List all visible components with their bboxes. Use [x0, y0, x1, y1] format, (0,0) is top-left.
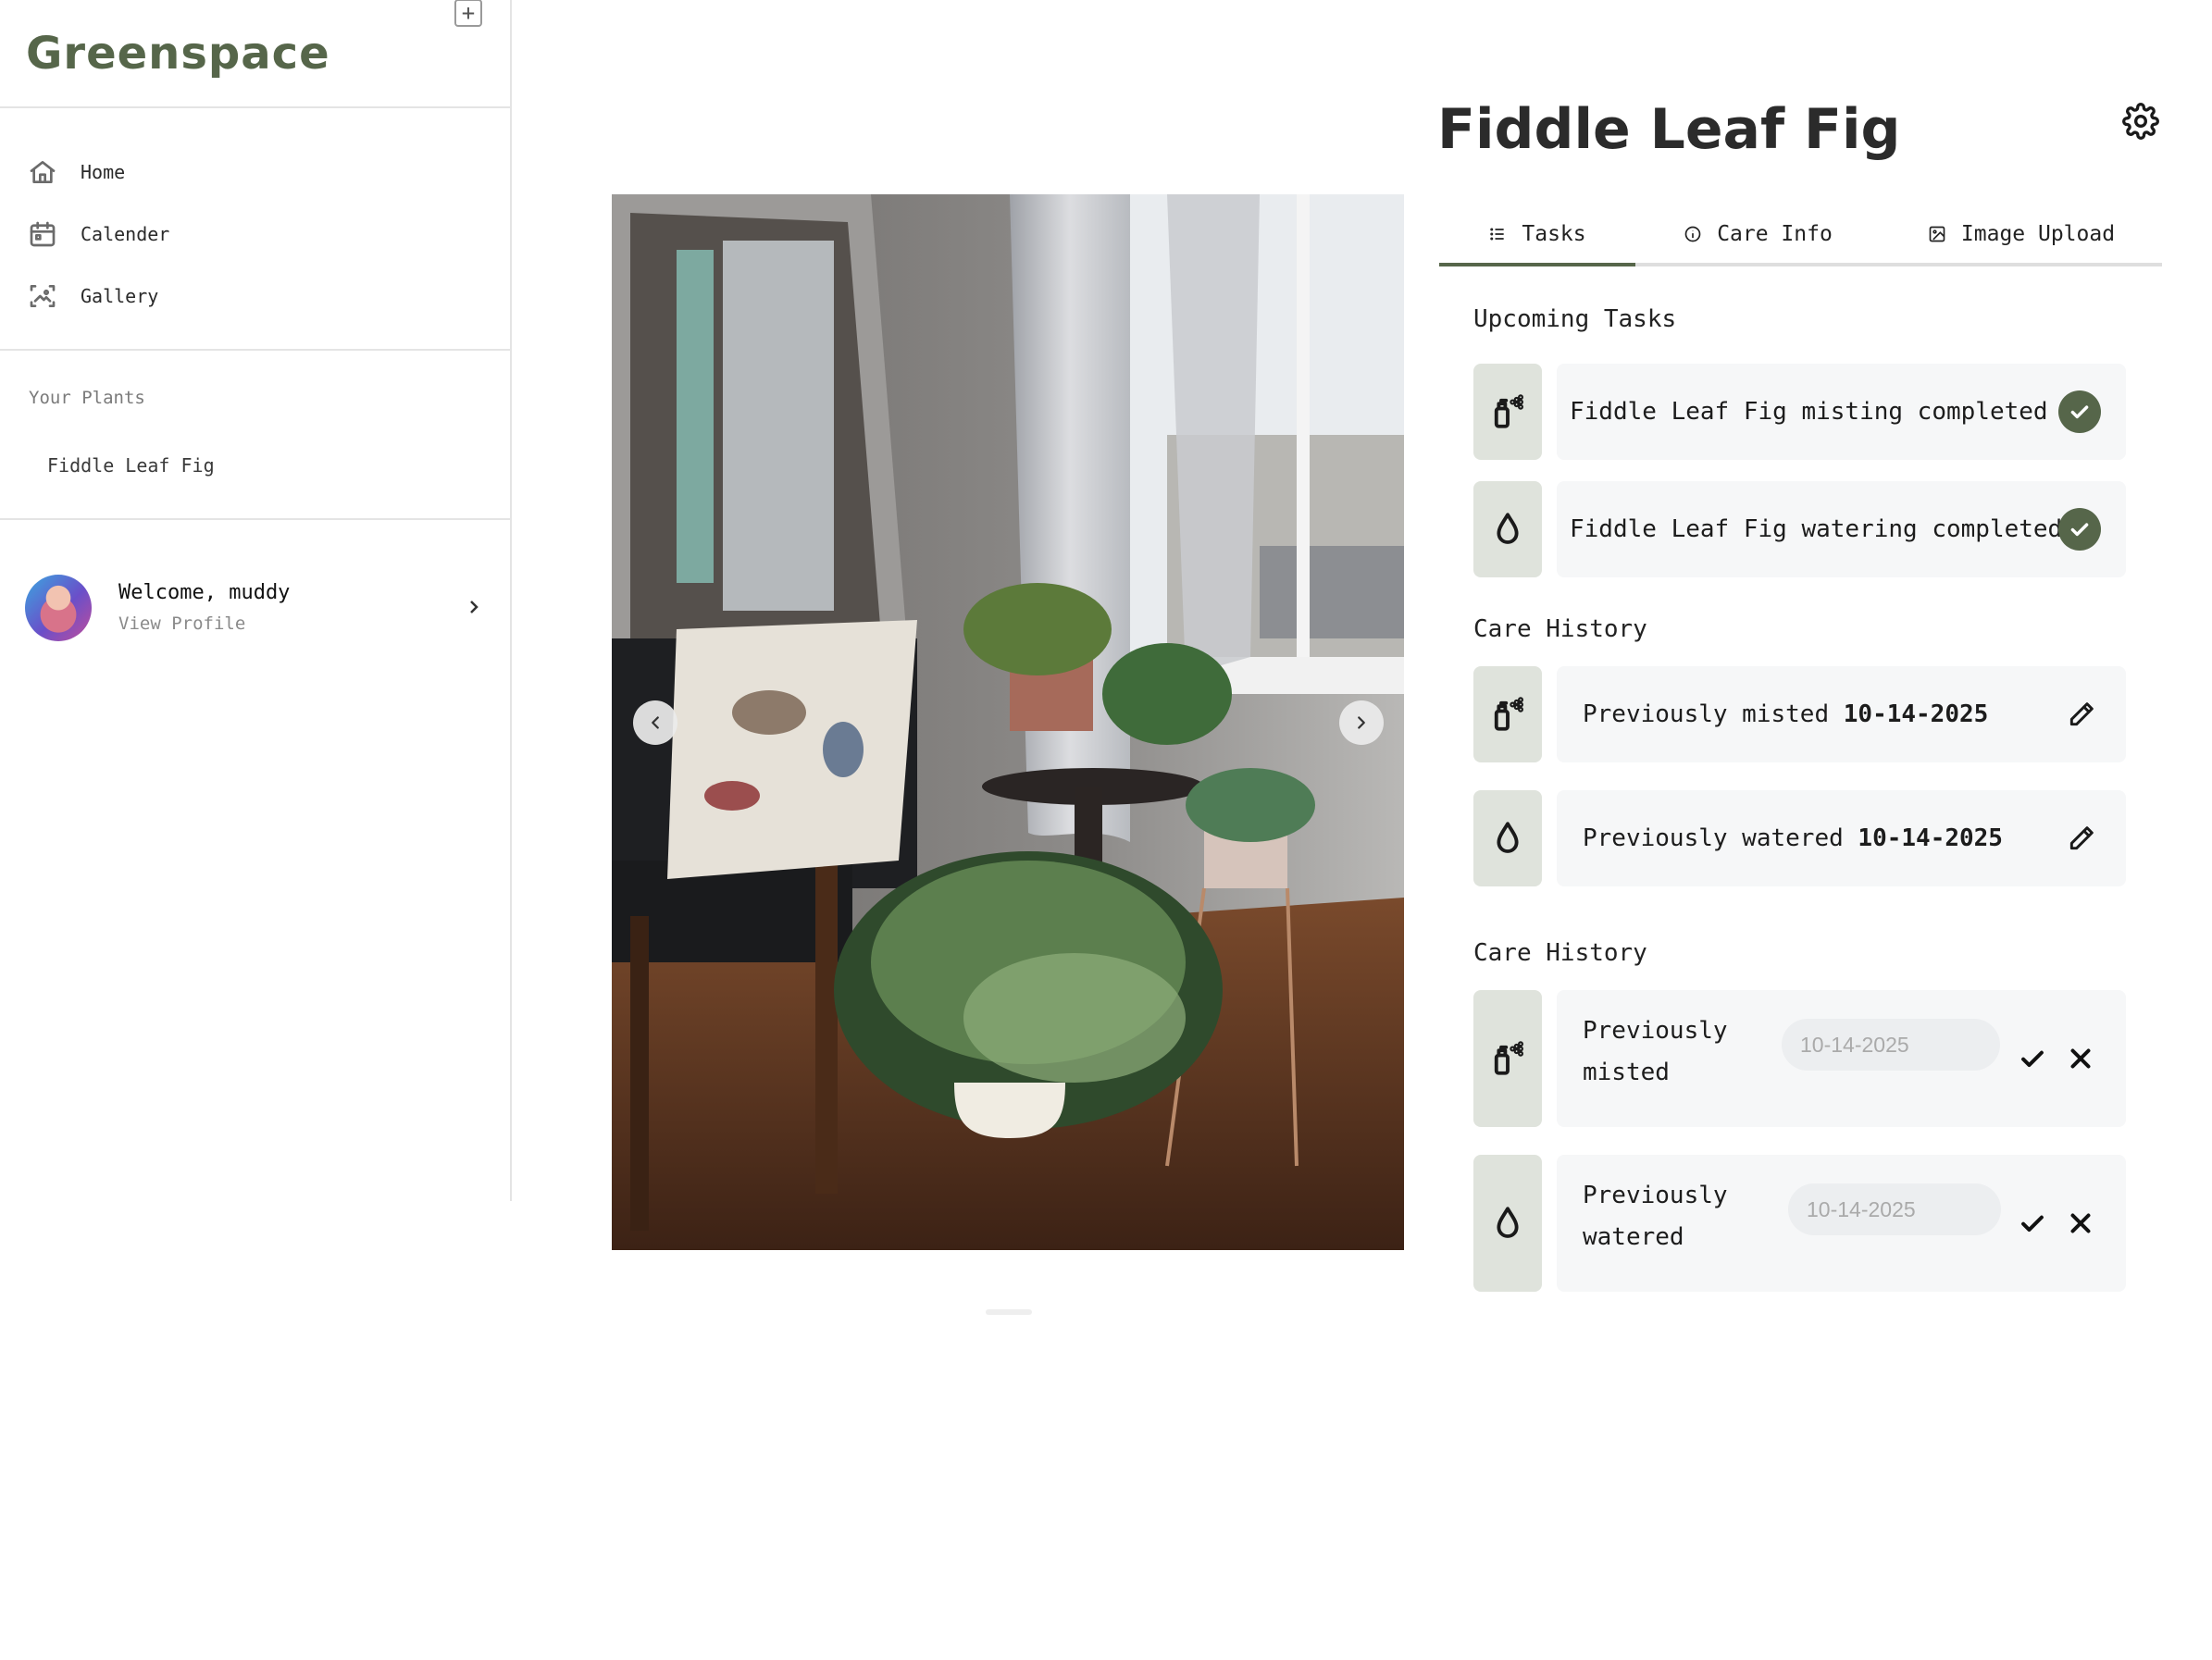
gallery-icon: [30, 284, 56, 307]
home-icon: [30, 160, 56, 183]
check-icon: [2070, 405, 2089, 419]
task-text: Fiddle Leaf Fig watering completed: [1570, 515, 2063, 543]
info-icon: [1684, 226, 1701, 242]
upcoming-tasks-heading: Upcoming Tasks: [1473, 305, 1677, 333]
check-icon: [2021, 1050, 2044, 1068]
history-prefix: Previously misted: [1583, 700, 1844, 728]
task-icon-box: [1473, 364, 1542, 460]
date-input[interactable]: [1788, 1183, 2001, 1235]
upcoming-task-card: Fiddle Leaf Fig watering completed: [1557, 481, 2126, 577]
check-icon: [2021, 1215, 2044, 1233]
history-date: 10-14-2025: [1858, 824, 2003, 852]
your-plants-section: Your Plants + Fiddle Leaf Fig: [0, 0, 510, 520]
close-icon: [2070, 1048, 2091, 1069]
tab-label: Tasks: [1522, 222, 1586, 246]
pencil-icon: [2069, 826, 2094, 850]
task-text: Fiddle Leaf Fig misting completed: [1570, 398, 2048, 426]
close-icon: [2070, 1213, 2091, 1233]
profile-link[interactable]: Welcome, muddy View Profile: [0, 520, 510, 696]
tab-image-upload[interactable]: Image Upload: [1881, 205, 2162, 263]
avatar: [25, 575, 92, 641]
sidebar-nav: Home Calender Gallery: [0, 108, 510, 351]
plant-tabs: Tasks Care Info Image Upload: [1439, 205, 2162, 266]
history-edit-card: Previously watered: [1557, 1155, 2126, 1292]
spray-bottle-icon: [1494, 1041, 1523, 1075]
completed-check[interactable]: [2058, 390, 2101, 433]
cancel-button[interactable]: [2065, 1043, 2096, 1074]
edit-button[interactable]: [2067, 700, 2096, 729]
spray-bottle-icon: [1494, 697, 1523, 731]
check-icon: [2070, 523, 2089, 537]
confirm-button[interactable]: [2017, 1043, 2048, 1074]
history-edit-card: Previously misted: [1557, 990, 2126, 1127]
date-input[interactable]: [1782, 1019, 2000, 1071]
gear-icon: [2122, 103, 2159, 140]
welcome-text: Welcome, muddy: [118, 581, 291, 604]
sidebar: Greenspace Home Calender Gallery Your Pl…: [0, 0, 512, 1201]
view-profile-link[interactable]: View Profile: [118, 613, 245, 634]
plant-photo: [612, 194, 1404, 1250]
completed-check[interactable]: [2058, 508, 2101, 551]
history-edit-label: Previously misted: [1583, 1017, 1728, 1086]
sidebar-item-label: Gallery: [81, 284, 159, 307]
history-icon-box: [1473, 666, 1542, 762]
history-icon-box: [1473, 790, 1542, 886]
task-icon-box: [1473, 481, 1542, 577]
upcoming-task-card: Fiddle Leaf Fig misting completed: [1557, 364, 2126, 460]
brand-logo[interactable]: Greenspace: [0, 0, 510, 108]
history-prefix: Previously watered: [1583, 824, 1858, 852]
carousel-prev-button[interactable]: [633, 700, 677, 745]
care-history-edit-heading: Care History: [1473, 939, 1647, 967]
spray-bottle-icon: [1494, 394, 1523, 428]
add-plant-button[interactable]: +: [454, 0, 482, 27]
sidebar-item-label: Home: [81, 160, 126, 183]
history-card: Previously watered 10-14-2025: [1557, 790, 2126, 886]
tab-label: Care Info: [1717, 222, 1833, 246]
cancel-button[interactable]: [2065, 1208, 2096, 1239]
calendar-icon: [30, 221, 56, 246]
tab-label: Image Upload: [1960, 222, 2116, 246]
sidebar-item-gallery[interactable]: Gallery: [0, 265, 510, 327]
pencil-icon: [2069, 702, 2094, 726]
sidebar-item-calender[interactable]: Calender: [0, 203, 510, 265]
sidebar-item-label: Calender: [81, 222, 170, 245]
history-edit-icon-box: [1473, 990, 1542, 1127]
tab-tasks[interactable]: Tasks: [1439, 205, 1635, 266]
history-edit-icon-box: [1473, 1155, 1542, 1292]
list-icon: [1490, 228, 1505, 241]
history-card: Previously misted 10-14-2025: [1557, 666, 2126, 762]
page-title: Fiddle Leaf Fig: [1437, 97, 1901, 162]
water-drop-icon: [1497, 1207, 1519, 1238]
history-date: 10-14-2025: [1843, 700, 1989, 728]
settings-button[interactable]: [2122, 103, 2159, 140]
your-plants-heading: Your Plants: [29, 388, 145, 408]
care-history-heading: Care History: [1473, 615, 1647, 643]
sidebar-item-fiddle-leaf-fig[interactable]: Fiddle Leaf Fig: [47, 454, 215, 477]
chevron-right-icon: [470, 601, 478, 613]
water-drop-icon: [1497, 513, 1519, 544]
sidebar-item-home[interactable]: Home: [0, 141, 510, 203]
image-icon: [1929, 226, 1945, 242]
chevron-left-icon: [652, 716, 659, 729]
history-text: Previously misted 10-14-2025: [1583, 700, 1988, 728]
chevron-right-icon: [1358, 716, 1365, 729]
carousel-indicator[interactable]: [986, 1309, 1032, 1315]
confirm-button[interactable]: [2017, 1208, 2048, 1239]
history-text: Previously watered 10-14-2025: [1583, 824, 2003, 852]
tab-care-info[interactable]: Care Info: [1635, 205, 1881, 263]
carousel-next-button[interactable]: [1339, 700, 1384, 745]
plant-photo-carousel: [612, 194, 1404, 1250]
history-edit-label: Previously watered: [1583, 1182, 1728, 1251]
edit-button[interactable]: [2067, 824, 2096, 853]
water-drop-icon: [1497, 822, 1519, 853]
